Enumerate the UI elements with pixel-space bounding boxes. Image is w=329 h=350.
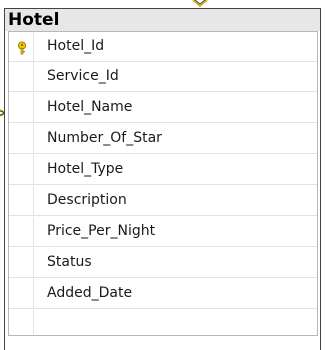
column-name: Hotel_Type xyxy=(47,161,124,177)
table-title: Hotel xyxy=(8,10,60,30)
row-selector[interactable] xyxy=(9,124,34,154)
column-name: Number_Of_Star xyxy=(47,130,162,146)
column-row[interactable]: Description xyxy=(9,186,317,216)
row-selector[interactable] xyxy=(9,279,34,309)
column-name: Hotel_Name xyxy=(47,99,133,115)
column-row[interactable]: Hotel_Type xyxy=(9,155,317,185)
column-name: Description xyxy=(47,192,127,208)
row-selector[interactable] xyxy=(9,310,34,334)
row-selector[interactable] xyxy=(9,155,34,185)
column-row[interactable]: Hotel_Name xyxy=(9,93,317,123)
column-name: Added_Date xyxy=(47,285,133,301)
column-name: Service_Id xyxy=(47,68,119,84)
empty-row[interactable] xyxy=(9,310,317,334)
row-selector[interactable] xyxy=(9,217,34,247)
column-grid: Hotel_Id Service_Id Hotel_Name Number_Of… xyxy=(8,31,318,336)
column-row[interactable]: Price_Per_Night xyxy=(9,217,317,247)
column-row[interactable]: Added_Date xyxy=(9,279,317,309)
hotel-table[interactable]: Hotel Hotel_Id Service_Id Hotel_Name Num… xyxy=(4,8,321,350)
key-icon xyxy=(18,41,26,55)
row-selector[interactable] xyxy=(9,186,34,216)
table-title-bar[interactable]: Hotel xyxy=(5,9,320,31)
column-name: Status xyxy=(47,254,92,270)
column-row[interactable]: Service_Id xyxy=(9,62,317,92)
row-selector[interactable] xyxy=(9,32,34,62)
column-row[interactable]: Status xyxy=(9,248,317,278)
row-selector[interactable] xyxy=(9,62,34,92)
column-name: Hotel_Id xyxy=(47,38,105,54)
column-row[interactable]: Number_Of_Star xyxy=(9,124,317,154)
column-name: Price_Per_Night xyxy=(47,223,156,239)
column-row[interactable]: Hotel_Id xyxy=(9,32,317,62)
row-selector[interactable] xyxy=(9,93,34,123)
row-selector[interactable] xyxy=(9,248,34,278)
